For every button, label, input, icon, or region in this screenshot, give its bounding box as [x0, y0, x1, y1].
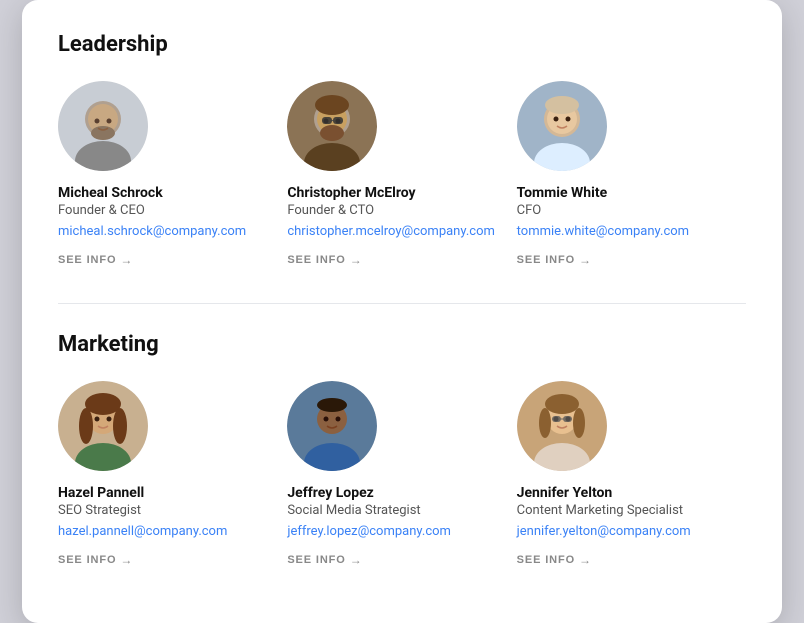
person-name-jeffrey-lopez: Jeffrey Lopez [287, 485, 500, 501]
main-card: Leadership Micheal Schrock Founder & CEO m… [22, 0, 782, 623]
person-card-jeffrey-lopez: Jeffrey Lopez Social Media Strategist jeff… [287, 381, 516, 591]
see-info-label: SEE INFO [517, 254, 575, 266]
see-info-label: SEE INFO [287, 554, 345, 566]
arrow-icon: → [579, 253, 592, 267]
arrow-icon: → [579, 553, 592, 567]
avatar-hazel-pannell [58, 381, 148, 471]
people-grid-leadership: Micheal Schrock Founder & CEO micheal.schr… [58, 81, 746, 291]
person-email-micheal-schrock[interactable]: micheal.schrock@company.com [58, 224, 271, 239]
person-name-jennifer-yelton: Jennifer Yelton [517, 485, 730, 501]
people-grid-marketing: Hazel Pannell SEO Strategist hazel.pannell… [58, 381, 746, 591]
person-role-tommie-white: CFO [517, 203, 730, 218]
see-info-button-micheal-schrock[interactable]: SEE INFO → [58, 253, 133, 267]
person-email-tommie-white[interactable]: tommie.white@company.com [517, 224, 730, 239]
see-info-label: SEE INFO [58, 254, 116, 266]
see-info-label: SEE INFO [287, 254, 345, 266]
see-info-label: SEE INFO [517, 554, 575, 566]
person-name-hazel-pannell: Hazel Pannell [58, 485, 271, 501]
avatar-christopher-mcelroy [287, 81, 377, 171]
see-info-button-jennifer-yelton[interactable]: SEE INFO → [517, 553, 592, 567]
section-divider [58, 303, 746, 304]
person-card-christopher-mcelroy: Christopher McElroy Founder & CTO christop… [287, 81, 516, 291]
person-email-jennifer-yelton[interactable]: jennifer.yelton@company.com [517, 524, 730, 539]
person-role-micheal-schrock: Founder & CEO [58, 203, 271, 218]
person-email-christopher-mcelroy[interactable]: christopher.mcelroy@company.com [287, 224, 500, 239]
person-email-jeffrey-lopez[interactable]: jeffrey.lopez@company.com [287, 524, 500, 539]
arrow-icon: → [350, 553, 363, 567]
person-role-christopher-mcelroy: Founder & CTO [287, 203, 500, 218]
person-role-jennifer-yelton: Content Marketing Specialist [517, 503, 730, 518]
person-email-hazel-pannell[interactable]: hazel.pannell@company.com [58, 524, 271, 539]
section-title-marketing: Marketing [58, 332, 746, 357]
arrow-icon: → [120, 553, 133, 567]
person-card-micheal-schrock: Micheal Schrock Founder & CEO micheal.schr… [58, 81, 287, 291]
see-info-label: SEE INFO [58, 554, 116, 566]
person-card-tommie-white: Tommie White CFO tommie.white@company.com S… [517, 81, 746, 291]
see-info-button-christopher-mcelroy[interactable]: SEE INFO → [287, 253, 362, 267]
see-info-button-hazel-pannell[interactable]: SEE INFO → [58, 553, 133, 567]
see-info-button-tommie-white[interactable]: SEE INFO → [517, 253, 592, 267]
avatar-micheal-schrock [58, 81, 148, 171]
person-role-hazel-pannell: SEO Strategist [58, 503, 271, 518]
avatar-jeffrey-lopez [287, 381, 377, 471]
avatar-jennifer-yelton [517, 381, 607, 471]
avatar-tommie-white [517, 81, 607, 171]
person-card-jennifer-yelton: Jennifer Yelton Content Marketing Special… [517, 381, 746, 591]
person-role-jeffrey-lopez: Social Media Strategist [287, 503, 500, 518]
person-name-christopher-mcelroy: Christopher McElroy [287, 185, 500, 201]
person-card-hazel-pannell: Hazel Pannell SEO Strategist hazel.pannell… [58, 381, 287, 591]
see-info-button-jeffrey-lopez[interactable]: SEE INFO → [287, 553, 362, 567]
arrow-icon: → [120, 253, 133, 267]
person-name-micheal-schrock: Micheal Schrock [58, 185, 271, 201]
arrow-icon: → [350, 253, 363, 267]
person-name-tommie-white: Tommie White [517, 185, 730, 201]
section-title-leadership: Leadership [58, 32, 746, 57]
